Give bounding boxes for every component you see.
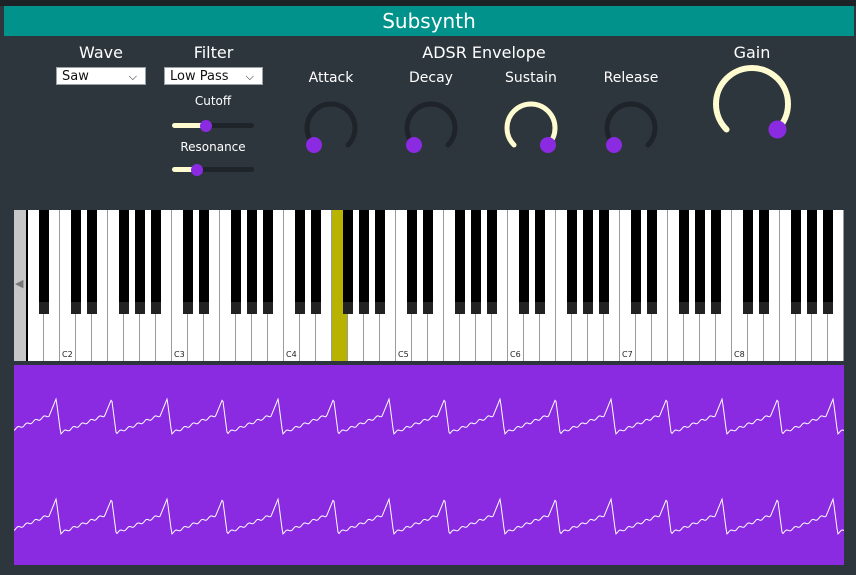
sustain-knob[interactable] — [503, 100, 559, 156]
gain-knob[interactable] — [712, 64, 792, 144]
knob-handle[interactable] — [768, 120, 787, 139]
black-key[interactable] — [311, 210, 321, 314]
adsr-envelope-label: ADSR Envelope — [422, 43, 546, 62]
app-title: Subsynth — [4, 6, 854, 36]
black-key[interactable] — [39, 210, 49, 314]
black-key[interactable] — [295, 210, 305, 314]
black-key[interactable] — [583, 210, 593, 314]
resonance-slider-thumb[interactable] — [190, 164, 203, 176]
black-key[interactable] — [263, 210, 273, 314]
black-key[interactable] — [631, 210, 641, 314]
resonance-label: Resonance — [180, 140, 246, 154]
black-key[interactable] — [231, 210, 241, 314]
resonance-slider[interactable] — [172, 164, 254, 176]
release-label: Release — [603, 70, 659, 86]
wave-select[interactable]: Saw ⌵ — [56, 67, 146, 85]
knob-handle[interactable] — [306, 136, 323, 153]
piano-keyboard[interactable]: C2 C3 C4 C5 C6 C7 C8 — [14, 210, 844, 361]
filter-label: Filter — [193, 43, 234, 62]
black-key[interactable] — [199, 210, 209, 314]
keyboard-scroll-left-button[interactable]: ◀ — [14, 210, 26, 361]
black-key[interactable] — [151, 210, 161, 314]
black-key[interactable] — [375, 210, 385, 314]
black-key[interactable] — [695, 210, 705, 314]
black-key[interactable] — [535, 210, 545, 314]
black-key[interactable] — [599, 210, 609, 314]
black-key[interactable] — [823, 210, 833, 314]
attack-knob[interactable] — [303, 100, 359, 156]
filter-select-value: Low Pass — [170, 69, 229, 84]
black-key[interactable] — [343, 210, 353, 314]
black-key[interactable] — [791, 210, 801, 314]
black-key[interactable] — [567, 210, 577, 314]
black-key[interactable] — [679, 210, 689, 314]
waveform-channel-right — [14, 497, 844, 535]
knob-handle[interactable] — [406, 136, 423, 153]
sustain-label: Sustain — [505, 70, 557, 86]
release-knob[interactable] — [603, 100, 659, 156]
black-key[interactable] — [487, 210, 497, 314]
waveform-channel-left — [14, 397, 844, 435]
cutoff-slider[interactable] — [172, 120, 254, 132]
black-key[interactable] — [519, 210, 529, 314]
black-key[interactable] — [247, 210, 257, 314]
black-key[interactable] — [359, 210, 369, 314]
octave-label: C4 — [286, 350, 297, 359]
decay-knob[interactable] — [403, 100, 459, 156]
octave-label: C8 — [734, 350, 745, 359]
black-key[interactable] — [471, 210, 481, 314]
chevron-down-icon: ⌵ — [245, 70, 254, 83]
gain-label: Gain — [733, 43, 771, 62]
black-key[interactable] — [119, 210, 129, 314]
octave-label: C7 — [622, 350, 633, 359]
black-key[interactable] — [743, 210, 753, 314]
black-key[interactable] — [455, 210, 465, 314]
filter-select[interactable]: Low Pass ⌵ — [164, 67, 263, 85]
cutoff-slider-thumb[interactable] — [200, 120, 212, 132]
black-key[interactable] — [135, 210, 145, 314]
black-key[interactable] — [407, 210, 417, 314]
octave-label: C6 — [510, 350, 521, 359]
knob-handle[interactable] — [539, 136, 556, 153]
black-key[interactable] — [183, 210, 193, 314]
cutoff-slider-track — [206, 123, 254, 128]
black-key[interactable] — [807, 210, 817, 314]
waveform-display — [14, 365, 844, 565]
cutoff-label: Cutoff — [194, 94, 232, 108]
knob-handle[interactable] — [606, 136, 623, 153]
black-key[interactable] — [711, 210, 721, 314]
black-key[interactable] — [423, 210, 433, 314]
waveform-svg — [14, 397, 844, 535]
wave-select-value: Saw — [62, 69, 89, 84]
knob-value-arc — [713, 65, 791, 133]
resonance-slider-track — [196, 167, 254, 172]
decay-label: Decay — [409, 70, 453, 86]
wave-label: Wave — [79, 43, 123, 62]
black-key[interactable] — [87, 210, 97, 314]
black-key[interactable] — [759, 210, 769, 314]
chevron-down-icon: ⌵ — [128, 70, 137, 83]
attack-label: Attack — [308, 70, 354, 86]
octave-label: C2 — [62, 350, 73, 359]
octave-label: C5 — [398, 350, 409, 359]
octave-label: C3 — [174, 350, 185, 359]
triangle-left-icon: ◀ — [15, 277, 24, 290]
black-key[interactable] — [647, 210, 657, 314]
black-key[interactable] — [71, 210, 81, 314]
